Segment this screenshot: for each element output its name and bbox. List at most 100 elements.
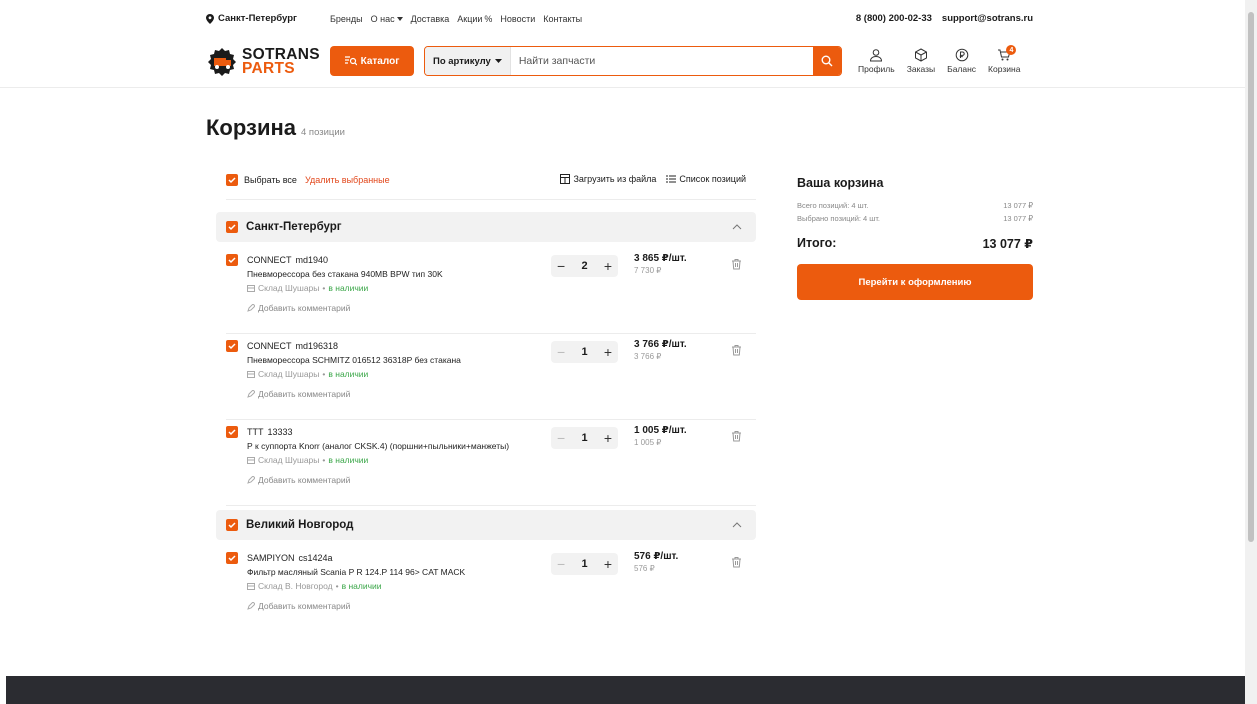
item-sku: SAMPIYON cs1424a	[247, 551, 465, 565]
search-mode-dropdown[interactable]: По артикулу	[425, 47, 511, 75]
group-header-spb[interactable]: Санкт-Петербург	[216, 212, 756, 242]
quantity-stepper: − 1 +	[551, 553, 618, 575]
nav-about[interactable]: О нас	[371, 14, 403, 24]
trash-icon[interactable]	[731, 430, 742, 442]
nav-contacts[interactable]: Контакты	[543, 14, 582, 24]
balance-link[interactable]: Баланс	[947, 48, 976, 74]
main-header: SOTRANS PARTS Каталог По артикулу Профил…	[0, 40, 1245, 88]
quantity-value[interactable]: 1	[581, 558, 587, 570]
location-pin-icon	[206, 13, 214, 24]
increase-button[interactable]: +	[604, 556, 612, 572]
add-comment-link[interactable]: Добавить комментарий	[247, 301, 443, 315]
nav-about-label: О нас	[370, 14, 395, 24]
nav-delivery[interactable]: Доставка	[411, 14, 450, 24]
check-icon	[228, 177, 236, 184]
search-icon	[821, 55, 833, 67]
catalog-button[interactable]: Каталог	[330, 46, 414, 76]
phone-link[interactable]: 8 (800) 200-02-33	[856, 13, 932, 24]
gear-truck-logo-icon	[208, 48, 236, 76]
upload-from-file-link[interactable]: Загрузить из файла	[560, 174, 656, 184]
scrollbar[interactable]	[1245, 0, 1257, 704]
item-brand: TTT	[247, 427, 264, 437]
header-contacts: 8 (800) 200-02-33 support@sotrans.ru	[856, 13, 1033, 24]
item-info: TTT 13333 Р к суппорта Knorr (аналог CKSK…	[247, 425, 509, 487]
line-total: 576 ₽	[634, 564, 655, 573]
item-brand: SAMPIYON	[247, 553, 295, 563]
checkout-button[interactable]: Перейти к оформлению	[797, 264, 1033, 300]
item-sku: CONNECT md1940	[247, 253, 443, 267]
nav-brands[interactable]: Бренды	[330, 14, 363, 24]
box-icon	[914, 48, 927, 62]
decrease-button[interactable]: −	[557, 430, 565, 446]
item-name[interactable]: Фильтр масляный Scania P R 124.P 114 96>…	[247, 565, 465, 579]
selected-positions-value: 13 077 ₽	[1003, 214, 1033, 223]
add-comment-link[interactable]: Добавить комментарий	[247, 387, 461, 401]
group-checkbox[interactable]	[226, 221, 238, 233]
city-selector[interactable]: Санкт-Петербург	[206, 13, 297, 24]
warehouse-name: Склад Шушары	[258, 455, 320, 465]
item-article[interactable]: md1940	[296, 255, 329, 265]
pencil-icon	[247, 304, 255, 312]
item-article[interactable]: cs1424a	[299, 553, 333, 563]
unit-price: 3 766 ₽/шт.	[634, 339, 687, 350]
trash-icon[interactable]	[731, 556, 742, 568]
item-checkbox[interactable]	[226, 552, 238, 564]
balance-label: Баланс	[947, 64, 977, 74]
item-checkbox[interactable]	[226, 340, 238, 352]
chevron-up-icon[interactable]	[732, 520, 742, 530]
logo[interactable]: SOTRANS PARTS	[206, 44, 320, 80]
select-all-checkbox[interactable]	[226, 174, 238, 186]
cart-item: CONNECT md1940 Пневморессора без стакана …	[226, 248, 756, 334]
item-info: SAMPIYON cs1424a Фильтр масляный Scania P…	[247, 551, 465, 613]
quantity-value[interactable]: 1	[581, 346, 587, 358]
chevron-up-icon[interactable]	[732, 222, 742, 232]
cart-item: TTT 13333 Р к суппорта Knorr (аналог CKSK…	[226, 420, 756, 506]
add-comment-label: Добавить комментарий	[258, 303, 351, 313]
select-all-label[interactable]: Выбрать все	[244, 175, 297, 185]
trash-icon[interactable]	[731, 344, 742, 356]
item-name[interactable]: Пневморессора без стакана 940MB BPW тип …	[247, 267, 443, 281]
item-name[interactable]: Р к суппорта Knorr (аналог CKSK.4) (порш…	[247, 439, 509, 453]
decrease-button[interactable]: −	[557, 556, 565, 572]
add-comment-link[interactable]: Добавить комментарий	[247, 599, 465, 613]
cart-badge: 4	[1006, 45, 1017, 55]
email-link[interactable]: support@sotrans.ru	[942, 13, 1033, 24]
positions-list-link[interactable]: Список позиций	[666, 174, 746, 184]
decrease-button[interactable]: −	[557, 344, 565, 360]
item-brand: CONNECT	[247, 341, 292, 351]
unit-price: 576 ₽/шт.	[634, 551, 679, 562]
scrollbar-thumb[interactable]	[1248, 12, 1254, 542]
trash-icon[interactable]	[731, 258, 742, 270]
item-article[interactable]: md196318	[296, 341, 339, 351]
quantity-value[interactable]: 2	[581, 260, 587, 272]
search-input[interactable]	[510, 55, 813, 67]
increase-button[interactable]: +	[604, 258, 612, 274]
increase-button[interactable]: +	[604, 344, 612, 360]
cart-toolbar: Выбрать все Удалить выбранные Загрузить …	[226, 172, 756, 200]
nav-news[interactable]: Новости	[500, 14, 535, 24]
delete-selected-link[interactable]: Удалить выбранные	[305, 175, 390, 185]
orders-link[interactable]: Заказы	[907, 48, 935, 74]
item-info: CONNECT md1940 Пневморессора без стакана …	[247, 253, 443, 315]
item-checkbox[interactable]	[226, 254, 238, 266]
search-button[interactable]	[813, 47, 841, 75]
group-checkbox[interactable]	[226, 519, 238, 531]
item-name[interactable]: Пневморессора SCHMITZ 016512 36318P без …	[247, 353, 461, 367]
total-positions-value: 13 077 ₽	[1003, 201, 1033, 210]
add-comment-link[interactable]: Добавить комментарий	[247, 473, 509, 487]
summary-total-positions: Всего позиций: 4 шт. 13 077 ₽	[797, 199, 1033, 212]
list-label: Список позиций	[679, 174, 746, 184]
quantity-value[interactable]: 1	[581, 432, 587, 444]
item-checkbox[interactable]	[226, 426, 238, 438]
check-icon	[228, 224, 236, 231]
item-article[interactable]: 13333	[268, 427, 293, 437]
cart-link[interactable]: 4 Корзина	[988, 45, 1020, 74]
search-bar: По артикулу	[424, 46, 842, 76]
check-icon	[228, 257, 236, 264]
group-name: Санкт-Петербург	[246, 221, 342, 233]
increase-button[interactable]: +	[604, 430, 612, 446]
decrease-button[interactable]: −	[557, 258, 565, 274]
profile-link[interactable]: Профиль	[858, 48, 895, 74]
nav-promos[interactable]: Акции%	[457, 14, 492, 24]
group-header-novgorod[interactable]: Великий Новгород	[216, 510, 756, 540]
